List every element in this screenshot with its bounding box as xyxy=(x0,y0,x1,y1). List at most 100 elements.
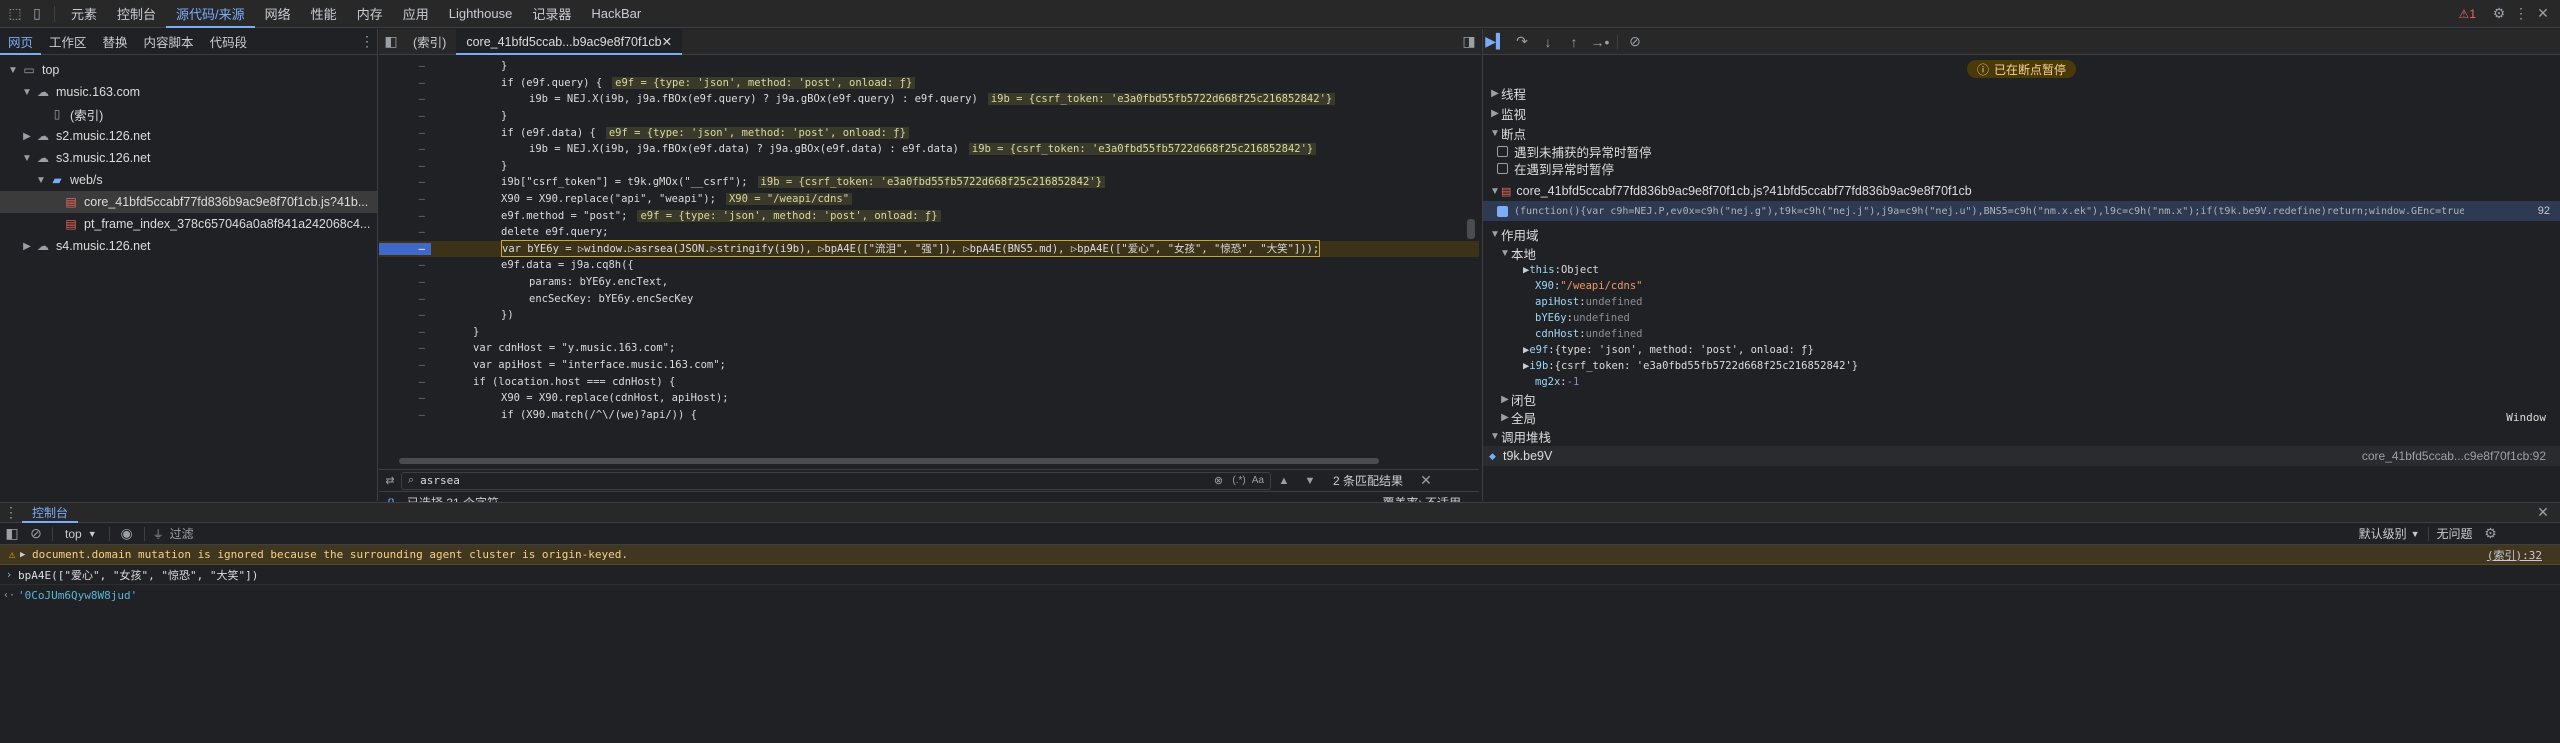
code-line[interactable]: –} xyxy=(379,158,1479,175)
line-gutter[interactable]: – xyxy=(379,93,431,105)
tab-6[interactable]: 应用 xyxy=(393,0,439,28)
close-search-icon[interactable]: ✕ xyxy=(1413,472,1439,489)
scope-variable[interactable]: X90: "/weapi/cdns" xyxy=(1483,278,2560,294)
previous-match-icon[interactable]: ▲ xyxy=(1271,475,1297,487)
issues-label[interactable]: 无问题 xyxy=(2437,525,2473,542)
code-line[interactable]: – if (X90.match(/^\/(we)?api/)) { xyxy=(379,406,1479,423)
code-line[interactable]: – if (location.host === cdnHost) { xyxy=(379,373,1479,390)
tree-item[interactable]: ▼ ☁ music.163.com xyxy=(0,81,377,103)
match-case-toggle[interactable]: Aa xyxy=(1252,475,1264,486)
code-line[interactable]: – e9f.method = "post"; e9f = {type: 'json'… xyxy=(379,207,1479,224)
step-icon[interactable]: →• xyxy=(1587,34,1613,50)
scope-variable[interactable]: cdnHost: undefined xyxy=(1483,326,2560,342)
line-gutter[interactable]: – xyxy=(379,210,431,222)
breakpoint-file[interactable]: ▼ ▤ core_41bfd5ccabf77fd836b9ac9e8f70f1c… xyxy=(1483,181,2560,201)
tab-0[interactable]: 元素 xyxy=(61,0,107,28)
deactivate-breakpoints-icon[interactable]: ⊘ xyxy=(1622,33,1648,50)
line-gutter[interactable]: – xyxy=(379,259,431,271)
close-drawer-icon[interactable]: ✕ xyxy=(2532,504,2554,521)
context-selector[interactable]: top ▼ xyxy=(65,527,97,541)
console-settings-gear-icon[interactable]: ⚙ xyxy=(2479,525,2503,542)
code-line[interactable]: – delete e9f.query; xyxy=(379,224,1479,241)
code-line[interactable]: – if (e9f.query) {e9f = {type: 'json', me… xyxy=(379,75,1479,92)
search-field[interactable]: ⌕ asrsea ⊗ (.*) Aa xyxy=(401,471,1271,490)
pause-uncaught-option[interactable]: 遇到未捕获的异常时暂停 xyxy=(1483,143,2560,160)
code-line[interactable]: – i9b = NEJ.X(i9b, j9a.fBOx(e9f.data) ? j… xyxy=(379,141,1479,158)
vertical-scrollbar[interactable] xyxy=(1467,59,1477,449)
line-gutter[interactable]: – xyxy=(379,176,431,188)
navigator-tab-2[interactable]: 替换 xyxy=(95,29,136,55)
line-gutter[interactable]: – xyxy=(379,77,431,89)
paused-code-line[interactable]: – var bYE6y = ▷window.▷asrsea(JSON.▷strin… xyxy=(379,240,1479,258)
toggle-navigator-icon[interactable]: ◧ xyxy=(379,33,403,50)
step-over-icon[interactable]: ↷ xyxy=(1509,33,1535,50)
settings-gear-icon[interactable]: ⚙ xyxy=(2488,5,2510,22)
code-line[interactable]: – encSecKey: bYE6y.encSecKey xyxy=(379,290,1479,307)
navigator-tab-0[interactable]: 网页 xyxy=(0,29,41,55)
console-filter[interactable]: ⏚ 过滤 xyxy=(149,525,2349,543)
editor-tab[interactable]: core_41bfd5ccab...b9ac9e8f70f1cb ✕ xyxy=(456,28,683,55)
threads-section[interactable]: ▶ 线程 xyxy=(1483,83,2560,103)
tab-7[interactable]: Lighthouse xyxy=(439,0,523,28)
tab-5[interactable]: 内存 xyxy=(347,0,393,28)
code-line[interactable]: – params: bYE6y.encText, xyxy=(379,274,1479,291)
code-area[interactable]: –} – if (e9f.query) {e9f = {type: 'json', … xyxy=(379,56,1479,454)
line-gutter[interactable]: – xyxy=(379,60,431,72)
navigator-tab-1[interactable]: 工作区 xyxy=(41,29,95,55)
line-gutter[interactable]: – xyxy=(379,143,431,155)
tab-console[interactable]: 控制台 xyxy=(22,503,78,523)
scope-variable[interactable]: bYE6y: undefined xyxy=(1483,310,2560,326)
inspect-element-icon[interactable]: ⬚ xyxy=(4,5,26,22)
pause-caught-option[interactable]: 在遇到异常时暂停 xyxy=(1483,160,2560,177)
navigator-tab-3[interactable]: 内容脚本 xyxy=(136,29,202,55)
watch-section[interactable]: ▶ 监视 xyxy=(1483,103,2560,123)
scope-variable[interactable]: ▶ i9b: {csrf_token: 'e3a0fbd55fb5722d668… xyxy=(1483,358,2560,374)
code-line[interactable]: – if (e9f.data) {e9f = {type: 'json', met… xyxy=(379,124,1479,141)
issues-badge[interactable]: ⚠ 1 xyxy=(2459,7,2476,21)
line-gutter[interactable]: – xyxy=(379,193,431,205)
callstack-section[interactable]: ▼ 调用堆栈 xyxy=(1483,426,2560,446)
line-gutter[interactable]: – xyxy=(379,409,431,421)
log-levels-dropdown[interactable]: 默认级别 ▼ xyxy=(2359,525,2420,542)
tree-item[interactable]: ▼ ▭ top xyxy=(0,59,377,81)
tab-8[interactable]: 记录器 xyxy=(522,0,581,28)
closure-scope[interactable]: ▶ 闭包 xyxy=(1483,390,2560,408)
breakpoint-checkbox[interactable] xyxy=(1497,205,1508,217)
scope-variable[interactable]: apiHost: undefined xyxy=(1483,294,2560,310)
line-gutter[interactable]: – xyxy=(379,293,431,305)
pause-caught-checkbox[interactable] xyxy=(1497,163,1508,174)
pause-uncaught-checkbox[interactable] xyxy=(1497,146,1508,157)
code-line[interactable]: – var apiHost = "interface.music.163.com"… xyxy=(379,357,1479,374)
filter-input[interactable]: 过滤 xyxy=(170,525,194,542)
code-line[interactable]: – e9f.data = j9a.cq8h({ xyxy=(379,257,1479,274)
tree-item[interactable]: ▼ ▰ web/s xyxy=(0,169,377,191)
scope-variable[interactable]: mg2x: -1 xyxy=(1483,374,2560,390)
device-toolbar-icon[interactable]: ▯ xyxy=(26,5,48,22)
scope-variable[interactable]: ▶ e9f: {type: 'json', method: 'post', on… xyxy=(1483,342,2560,358)
callstack-frame[interactable]: ◆ t9k.be9V core_41bfd5ccab...c9e8f70f1cb… xyxy=(1483,446,2560,466)
next-match-icon[interactable]: ▼ xyxy=(1297,475,1323,487)
tree-item[interactable]: ▤ core_41bfd5ccabf77fd836b9ac9e8f70f1cb.j… xyxy=(0,191,377,213)
code-line[interactable]: –}) xyxy=(379,307,1479,324)
tab-2[interactable]: 源代码/来源 xyxy=(166,0,255,28)
search-input[interactable]: asrsea xyxy=(420,474,1210,487)
editor-tab[interactable]: (索引) xyxy=(403,29,456,55)
tree-item[interactable]: ▼ ☁ s3.music.126.net xyxy=(0,147,377,169)
tab-9[interactable]: HackBar xyxy=(581,0,651,28)
navigator-more-icon[interactable]: ⋮ xyxy=(357,33,377,50)
line-gutter[interactable]: – xyxy=(379,226,431,238)
line-gutter[interactable]: – xyxy=(379,110,431,122)
horizontal-scrollbar[interactable] xyxy=(379,454,1479,468)
tab-4[interactable]: 性能 xyxy=(301,0,347,28)
warning-source-link[interactable]: (索引):32 xyxy=(2487,547,2542,563)
toggle-debugger-icon[interactable]: ◨ xyxy=(1457,33,1481,50)
line-gutter[interactable]: – xyxy=(379,242,431,255)
code-line[interactable]: – i9b = NEJ.X(i9b, j9a.fBOx(e9f.query) ? … xyxy=(379,91,1479,108)
tab-1[interactable]: 控制台 xyxy=(107,0,166,28)
code-line[interactable]: –} xyxy=(379,58,1479,75)
line-gutter[interactable]: – xyxy=(379,276,431,288)
close-icon[interactable]: ✕ xyxy=(2532,5,2554,22)
replace-toggle-icon[interactable]: ⇄ xyxy=(379,474,401,487)
line-gutter[interactable]: – xyxy=(379,342,431,354)
code-line[interactable]: – i9b["csrf_token"] = t9k.gMOx("__csrf");… xyxy=(379,174,1479,191)
